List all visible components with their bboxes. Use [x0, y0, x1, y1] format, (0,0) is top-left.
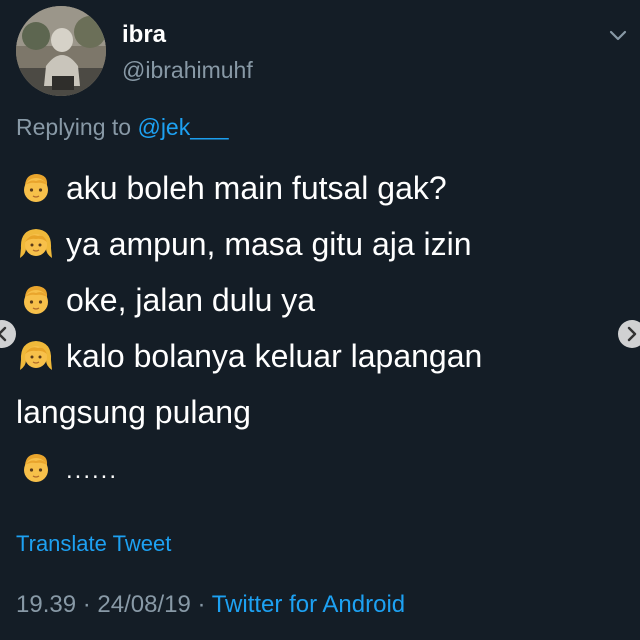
- tweet-line-text: oke, jalan dulu ya: [66, 281, 316, 318]
- replying-to: Replying to @jek___: [16, 112, 229, 142]
- tweet-date[interactable]: 24/08/19: [97, 591, 190, 618]
- meta-separator: ·: [76, 591, 98, 618]
- tweet-line: langsung pulang: [16, 384, 616, 440]
- user-handle[interactable]: @ibrahimuhf: [122, 56, 253, 84]
- next-arrow-icon[interactable]: [618, 320, 640, 348]
- tweet-line: ya ampun, masa gitu aja izin: [16, 216, 616, 272]
- tweet-time[interactable]: 19.39: [16, 591, 76, 618]
- tweet-line-text: aku boleh main futsal gak?: [66, 169, 447, 206]
- tweet-line-text: ......: [66, 457, 119, 484]
- tweet-line-text: langsung pulang: [16, 393, 251, 430]
- tweet-line: ......: [16, 440, 616, 496]
- display-name[interactable]: ibra: [122, 20, 166, 50]
- meta-separator: ·: [190, 591, 212, 618]
- replying-to-label: Replying to: [16, 114, 138, 140]
- tweet-line: aku boleh main futsal gak?: [16, 160, 616, 216]
- previous-arrow-icon[interactable]: [0, 320, 16, 348]
- avatar[interactable]: [16, 6, 106, 96]
- tweet-line-text: ya ampun, masa gitu aja izin: [66, 225, 472, 262]
- translate-tweet-link[interactable]: Translate Tweet: [16, 530, 171, 558]
- chevron-down-icon[interactable]: [606, 24, 630, 48]
- girl-emoji-icon: [20, 341, 52, 370]
- tweet-line-text: kalo bolanya keluar lapangan: [66, 337, 483, 374]
- tweet-line: oke, jalan dulu ya: [16, 272, 616, 328]
- boy-emoji-icon: [24, 286, 48, 314]
- tweet-meta: 19.39 · 24/08/19 · Twitter for Android: [16, 590, 405, 620]
- boy-emoji-icon: [24, 174, 48, 202]
- girl-emoji-icon: [20, 229, 52, 258]
- boy-emoji-icon: [24, 454, 48, 482]
- tweet-source-link[interactable]: Twitter for Android: [212, 591, 405, 618]
- tweet-line: kalo bolanya keluar lapangan: [16, 328, 616, 384]
- tweet-text: aku boleh main futsal gak? ya ampun, masa…: [16, 160, 616, 496]
- mention-link[interactable]: @jek___: [137, 114, 228, 140]
